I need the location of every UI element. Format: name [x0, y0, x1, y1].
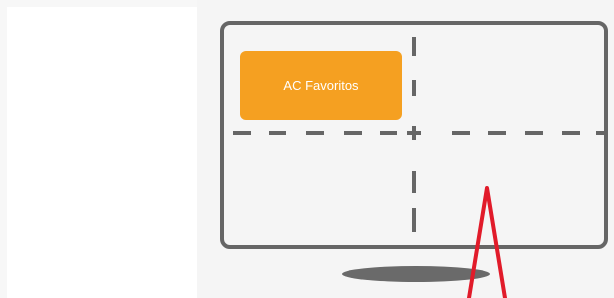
- ac-favoritos-button[interactable]: AC Favoritos: [240, 51, 402, 120]
- monitor-illustration: [220, 21, 608, 298]
- monitor-stand: [342, 266, 490, 282]
- center-cross-icon: [407, 126, 421, 140]
- screen-pointer-icon: [467, 186, 507, 298]
- page: AC Favoritos: [0, 0, 614, 298]
